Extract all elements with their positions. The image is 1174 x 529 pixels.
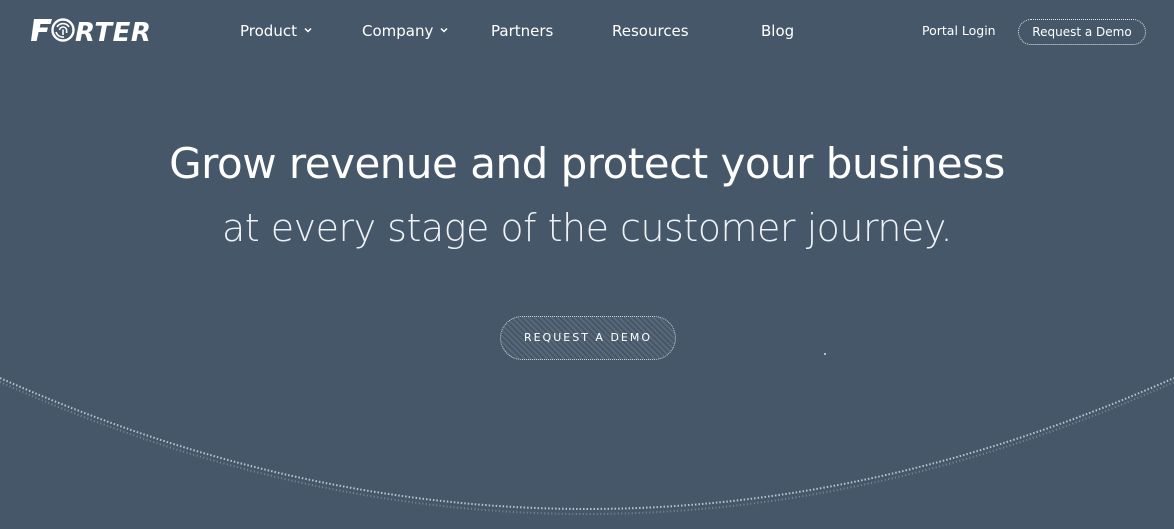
- forter-logo-mark: RTER: [31, 18, 151, 44]
- svg-text:RTER: RTER: [75, 18, 151, 44]
- forter-logo[interactable]: RTER: [30, 16, 174, 44]
- chevron-down-icon: [304, 27, 312, 33]
- hero-subtitle: at every stage of the customer journey.: [221, 206, 953, 250]
- request-demo-button[interactable]: Request a Demo: [1018, 19, 1146, 45]
- nav-item-blog[interactable]: Blog: [761, 20, 794, 42]
- top-navigation: RTER Product Company Partners Resources …: [0, 0, 1174, 64]
- nav-item-product[interactable]: Product: [240, 20, 312, 42]
- hero-title: Grow revenue and protect your business: [169, 139, 1005, 188]
- chevron-down-icon: [440, 27, 448, 33]
- nav-item-label: Blog: [761, 22, 795, 40]
- nav-item-partners[interactable]: Partners: [491, 20, 553, 42]
- nav-item-label: Resources: [612, 22, 689, 40]
- nav-item-label: Product: [240, 22, 297, 40]
- nav-item-resources[interactable]: Resources: [612, 20, 689, 42]
- portal-login-link[interactable]: Portal Login: [922, 21, 996, 41]
- nav-item-company[interactable]: Company: [362, 20, 448, 42]
- request-demo-cta-button[interactable]: REQUEST A DEMO: [500, 316, 676, 360]
- decorative-dot: [824, 353, 826, 355]
- nav-item-label: Partners: [491, 22, 554, 40]
- decorative-arc: [0, 377, 1174, 515]
- nav-item-label: Company: [362, 22, 434, 40]
